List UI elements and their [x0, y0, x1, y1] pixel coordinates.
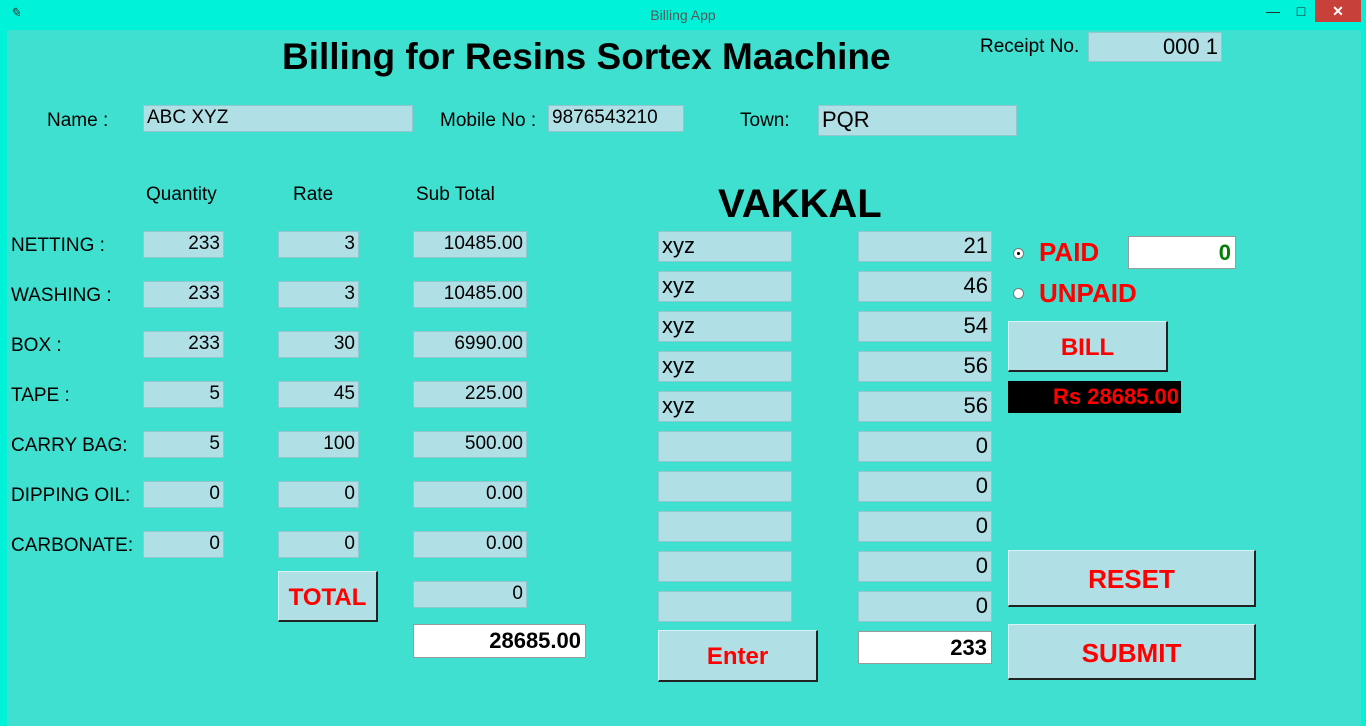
netting-rate-field[interactable]: 3 [278, 231, 359, 258]
name-label: Name : [47, 110, 109, 131]
vakkal-name-field[interactable]: xyz [658, 231, 792, 262]
page-title: Billing for Resins Sortex Maachine [282, 36, 891, 77]
vakkal-name-field[interactable] [658, 471, 792, 502]
receipt-label: Receipt No. [980, 36, 1080, 57]
vakkal-name-field[interactable]: xyz [658, 351, 792, 382]
mobile-field[interactable]: 9876543210 [548, 105, 684, 132]
bill-button[interactable]: BILL [1008, 321, 1168, 372]
box-rate-field[interactable]: 30 [278, 331, 359, 358]
washing-subtotal-field[interactable]: 10485.00 [413, 281, 527, 308]
item-label-carry-bag: CARRY BAG: [11, 435, 128, 456]
minimize-button[interactable]: — [1259, 0, 1287, 22]
carry-bag-quantity-field[interactable]: 5 [143, 431, 224, 458]
vakkal-value-field[interactable]: 54 [858, 311, 992, 342]
total-button[interactable]: TOTAL [278, 571, 378, 622]
box-subtotal-field[interactable]: 6990.00 [413, 331, 527, 358]
unpaid-radio[interactable] [1013, 288, 1024, 299]
carry-bag-rate-field[interactable]: 100 [278, 431, 359, 458]
quantity-header: Quantity [146, 184, 217, 205]
vakkal-value-field[interactable]: 56 [858, 391, 992, 422]
paid-radio[interactable] [1013, 248, 1024, 259]
carry-bag-subtotal-field[interactable]: 500.00 [413, 431, 527, 458]
unpaid-label: UNPAID [1039, 278, 1137, 308]
washing-rate-field[interactable]: 3 [278, 281, 359, 308]
vakkal-value-field[interactable]: 46 [858, 271, 992, 302]
item-label-tape: TAPE : [11, 385, 70, 406]
dipping-oil-quantity-field[interactable]: 0 [143, 481, 224, 508]
vakkal-value-field[interactable]: 0 [858, 511, 992, 542]
carbonate-subtotal-field[interactable]: 0.00 [413, 531, 527, 558]
extra-total-field[interactable]: 0 [413, 581, 527, 608]
vakkal-value-field[interactable]: 21 [858, 231, 992, 262]
vakkal-value-field[interactable]: 56 [858, 351, 992, 382]
rate-header: Rate [293, 184, 334, 205]
receipt-number-field[interactable]: 000 1 [1088, 32, 1222, 62]
vakkal-name-field[interactable]: xyz [658, 311, 792, 342]
name-field[interactable]: ABC XYZ [143, 105, 413, 132]
subtotal-header: Sub Total [416, 184, 495, 205]
tape-subtotal-field[interactable]: 225.00 [413, 381, 527, 408]
vakkal-value-field[interactable]: 0 [858, 591, 992, 622]
reset-button[interactable]: RESET [1008, 550, 1256, 607]
vakkal-name-field[interactable] [658, 551, 792, 582]
dipping-oil-subtotal-field[interactable]: 0.00 [413, 481, 527, 508]
netting-quantity-field[interactable]: 233 [143, 231, 224, 258]
app-client-area: Billing for Resins Sortex Maachine Recei… [7, 30, 1361, 726]
title-bar: ✎ Billing App — □ ✕ [0, 0, 1366, 30]
window-title: Billing App [650, 7, 716, 23]
vakkal-title: VAKKAL [718, 182, 882, 226]
submit-button[interactable]: SUBMIT [1008, 624, 1256, 680]
mobile-label: Mobile No : [440, 110, 537, 131]
item-label-carbonate: CARBONATE: [11, 535, 134, 556]
dipping-oil-rate-field[interactable]: 0 [278, 481, 359, 508]
maximize-button[interactable]: □ [1287, 0, 1315, 22]
paid-amount-field[interactable]: 0 [1128, 236, 1236, 269]
grand-total-field[interactable]: 28685.00 [413, 624, 586, 658]
vakkal-value-field[interactable]: 0 [858, 551, 992, 582]
tape-rate-field[interactable]: 45 [278, 381, 359, 408]
carbonate-quantity-field[interactable]: 0 [143, 531, 224, 558]
netting-subtotal-field[interactable]: 10485.00 [413, 231, 527, 258]
vakkal-value-field[interactable]: 0 [858, 431, 992, 462]
vakkal-name-field[interactable]: xyz [658, 391, 792, 422]
item-label-dipping-oil: DIPPING OIL: [11, 485, 131, 506]
item-label-box: BOX : [11, 335, 62, 356]
vakkal-name-field[interactable]: xyz [658, 271, 792, 302]
vakkal-value-field[interactable]: 0 [858, 471, 992, 502]
carbonate-rate-field[interactable]: 0 [278, 531, 359, 558]
enter-button[interactable]: Enter [658, 630, 818, 682]
box-quantity-field[interactable]: 233 [143, 331, 224, 358]
item-label-washing: WASHING : [11, 285, 112, 306]
vakkal-name-field[interactable] [658, 431, 792, 462]
washing-quantity-field[interactable]: 233 [143, 281, 224, 308]
tape-quantity-field[interactable]: 5 [143, 381, 224, 408]
bill-amount-display: Rs 28685.00 [1008, 381, 1181, 413]
vakkal-name-field[interactable] [658, 591, 792, 622]
vakkal-sum-field[interactable]: 233 [858, 631, 992, 664]
town-label: Town: [740, 110, 790, 131]
paid-label: PAID [1039, 237, 1100, 267]
item-label-netting: NETTING : [11, 235, 105, 256]
close-button[interactable]: ✕ [1315, 0, 1361, 22]
town-field[interactable]: PQR [818, 105, 1017, 136]
vakkal-name-field[interactable] [658, 511, 792, 542]
